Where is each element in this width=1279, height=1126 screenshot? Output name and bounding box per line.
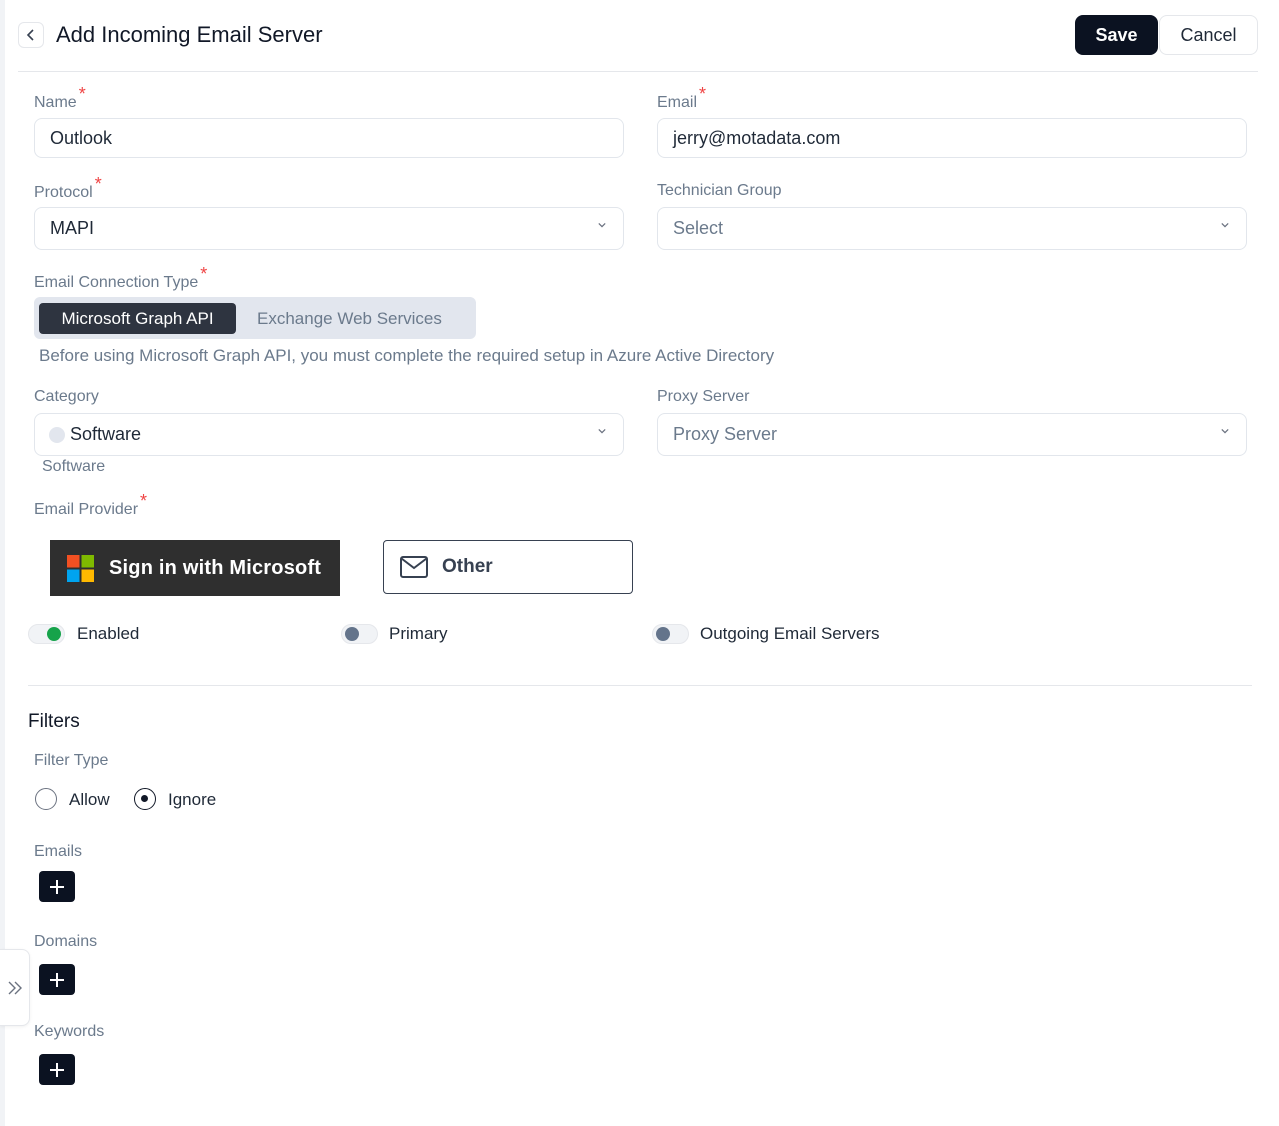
chevron-down-icon bbox=[1221, 428, 1229, 434]
required-mark: * bbox=[140, 491, 148, 511]
expand-sidebar-button[interactable] bbox=[0, 949, 30, 1026]
primary-toggle[interactable] bbox=[341, 624, 378, 644]
plus-icon bbox=[50, 1062, 64, 1077]
technician-group-select[interactable]: Select bbox=[657, 207, 1247, 250]
chevron-down-icon bbox=[1221, 222, 1229, 228]
allow-radio-label: Allow bbox=[69, 790, 110, 809]
sign-in-microsoft-label: Sign in with Microsoft bbox=[109, 556, 322, 579]
emails-label: Emails bbox=[34, 843, 83, 860]
sign-in-microsoft-button[interactable]: Sign in with Microsoft bbox=[50, 540, 340, 596]
technician-group-label: Technician Group bbox=[657, 182, 782, 199]
plus-icon bbox=[50, 972, 64, 987]
save-button[interactable]: Save bbox=[1075, 15, 1158, 55]
microsoft-logo-icon bbox=[67, 554, 94, 582]
chevron-left-icon bbox=[26, 29, 34, 41]
category-path: Software bbox=[42, 458, 106, 475]
add-keyword-button[interactable] bbox=[39, 1054, 75, 1085]
toggle-knob bbox=[345, 627, 359, 641]
segment-microsoft-graph-api[interactable]: Microsoft Graph API bbox=[39, 303, 236, 334]
connection-type-segmented-control: Microsoft Graph API Exchange Web Service… bbox=[34, 297, 476, 339]
other-provider-button[interactable]: Other bbox=[383, 540, 633, 594]
email-label: Email * bbox=[657, 84, 707, 111]
primary-label: Primary bbox=[389, 624, 448, 643]
add-domain-button[interactable] bbox=[39, 964, 75, 995]
back-button[interactable] bbox=[18, 22, 44, 48]
chevron-down-icon bbox=[598, 428, 606, 434]
category-select[interactable]: Software bbox=[34, 413, 624, 456]
enabled-toggle[interactable] bbox=[28, 624, 65, 644]
email-provider-label: Email Provider * bbox=[34, 491, 148, 518]
enabled-label: Enabled bbox=[77, 624, 140, 643]
domains-label: Domains bbox=[34, 933, 98, 950]
category-label: Category bbox=[34, 388, 99, 405]
plus-icon bbox=[50, 879, 64, 894]
mail-icon bbox=[400, 556, 428, 578]
category-color-dot bbox=[49, 426, 65, 443]
protocol-select[interactable]: MAPI bbox=[34, 207, 624, 250]
page-header: Add Incoming Email Server Save Cancel bbox=[18, 15, 1258, 72]
other-provider-label: Other bbox=[442, 556, 493, 577]
keywords-label: Keywords bbox=[34, 1023, 105, 1040]
ignore-radio-label: Ignore bbox=[168, 790, 217, 809]
ignore-radio[interactable] bbox=[134, 788, 156, 810]
add-email-button[interactable] bbox=[39, 871, 75, 902]
section-divider bbox=[28, 685, 1252, 686]
outgoing-email-servers-label: Outgoing Email Servers bbox=[700, 624, 880, 643]
filter-type-label: Filter Type bbox=[34, 752, 109, 769]
cancel-button[interactable]: Cancel bbox=[1159, 15, 1258, 55]
proxy-server-select[interactable]: Proxy Server bbox=[657, 413, 1247, 456]
filters-title: Filters bbox=[28, 711, 80, 732]
protocol-label: Protocol * bbox=[34, 174, 102, 201]
segment-exchange-web-services[interactable]: Exchange Web Services bbox=[257, 303, 442, 334]
required-mark: * bbox=[94, 174, 102, 194]
connection-type-hint: Before using Microsoft Graph API, you mu… bbox=[39, 346, 775, 365]
required-mark: * bbox=[699, 84, 707, 104]
required-mark: * bbox=[200, 264, 208, 284]
allow-radio[interactable] bbox=[35, 788, 57, 810]
chevron-down-icon bbox=[598, 222, 606, 228]
outgoing-email-servers-toggle[interactable] bbox=[652, 624, 689, 644]
toggle-knob bbox=[47, 627, 61, 641]
toggle-knob bbox=[656, 627, 670, 641]
name-input[interactable]: Outlook bbox=[34, 118, 624, 158]
double-chevron-right-icon bbox=[8, 981, 22, 994]
proxy-server-label: Proxy Server bbox=[657, 388, 750, 405]
required-mark: * bbox=[78, 84, 86, 104]
page-title: Add Incoming Email Server bbox=[56, 22, 323, 47]
email-input[interactable]: jerry@motadata.com bbox=[657, 118, 1247, 158]
name-label: Name * bbox=[34, 84, 86, 111]
connection-type-label: Email Connection Type * bbox=[34, 264, 208, 291]
